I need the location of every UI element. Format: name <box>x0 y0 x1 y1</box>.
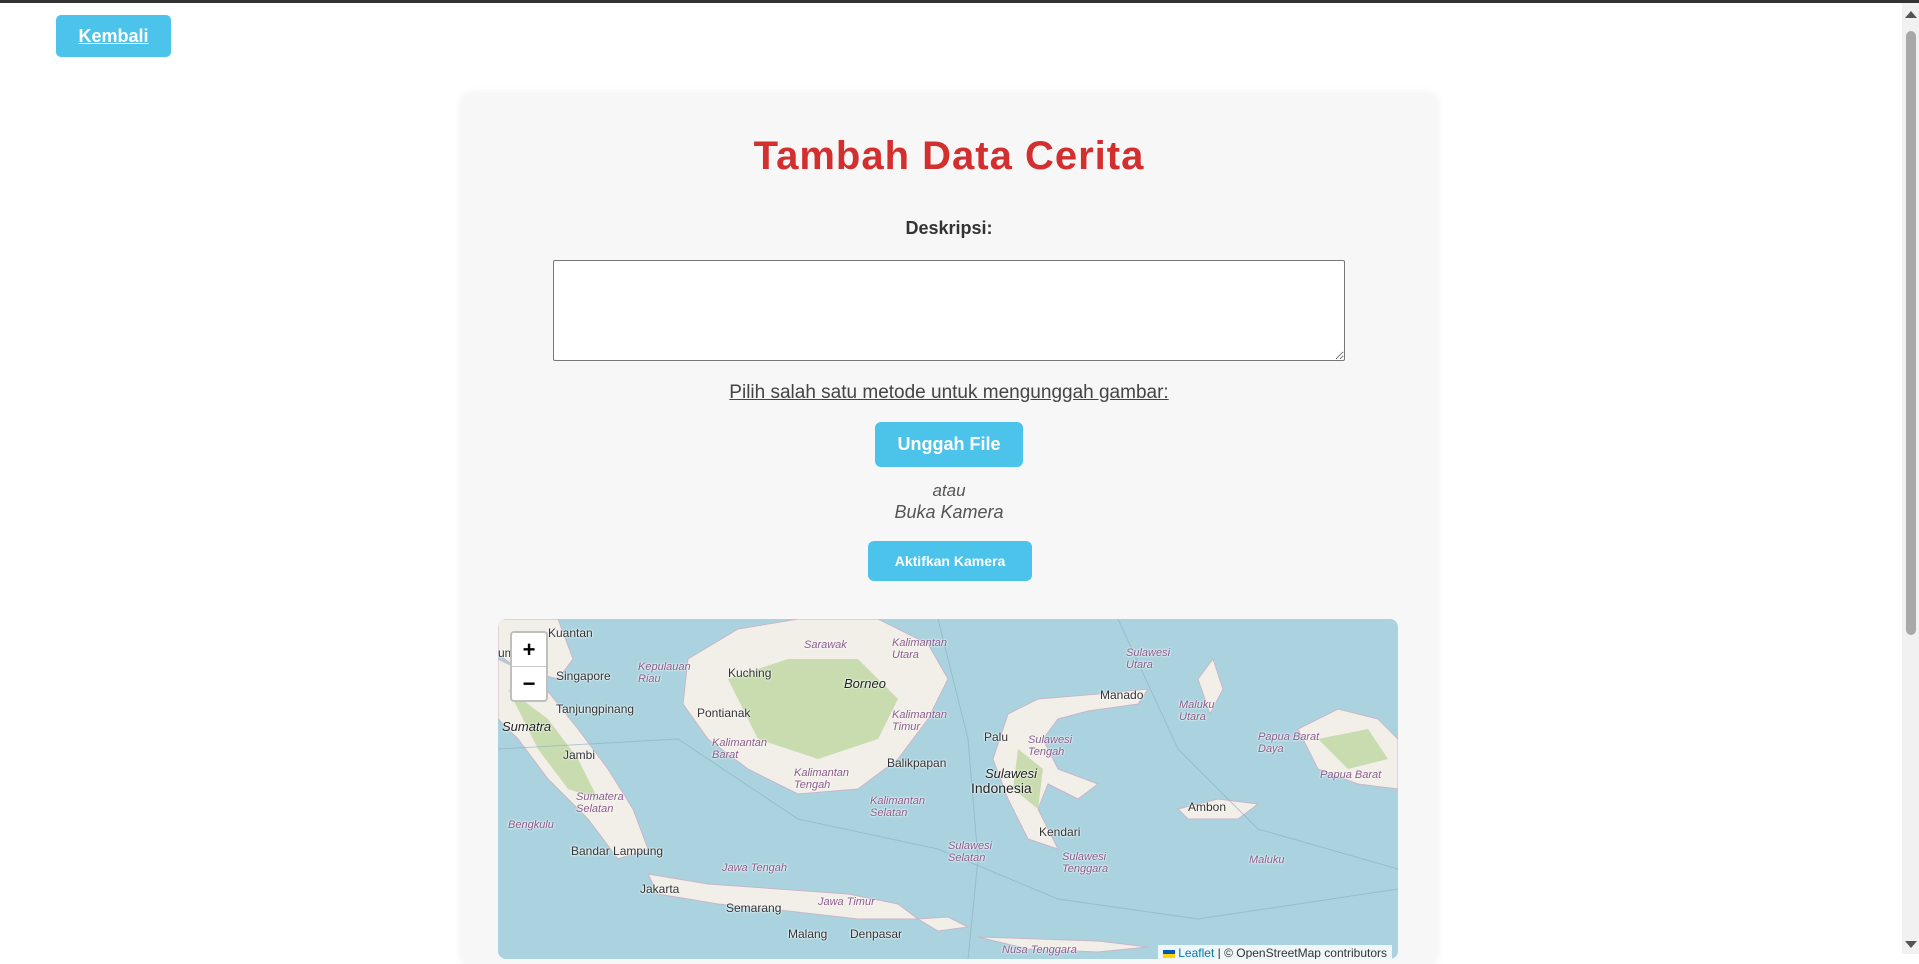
leaflet-link[interactable]: Leaflet <box>1178 946 1214 959</box>
map-label-sulawesi-tenggara: Sulawesi Tenggara <box>1062 851 1109 875</box>
map-label-sulawesi-tengah: Sulawesi Tengah <box>1028 734 1073 758</box>
map-label-kendari: Kendari <box>1039 825 1081 839</box>
page-title: Tambah Data Cerita <box>753 134 1145 178</box>
map-label-sulawesi-utara: Sulawesi Utara <box>1126 647 1171 671</box>
map-label-kalimantan-tengah: Kalimantan Tengah <box>794 767 850 791</box>
map-label-borneo: Borneo <box>844 676 886 691</box>
map-label-tanjungpinang: Tanjungpinang <box>556 702 635 716</box>
attribution-text: | © OpenStreetMap contributors <box>1217 946 1387 959</box>
map-attribution: Leaflet | © OpenStreetMap contributors <box>1157 945 1392 959</box>
description-label: Deskripsi: <box>905 218 993 238</box>
map-label-jambi: Jambi <box>563 748 596 762</box>
map-label-palu: Palu <box>984 730 1009 744</box>
map-label-kuantan: Kuantan <box>548 626 593 640</box>
camera-heading: Buka Kamera <box>894 502 1004 522</box>
map-label-papua-barat-daya: Papua Barat Daya <box>1258 731 1320 755</box>
location-map[interactable]: Kuantan umpur Singapore Kepulauan Riau T… <box>498 619 1398 959</box>
map-label-pontianak: Pontianak <box>697 706 751 720</box>
map-label-sulawesi-selatan: Sulawesi Selatan <box>948 840 993 864</box>
map-label-jakarta: Jakarta <box>640 882 680 896</box>
map-label-maluku-utara: Maluku Utara <box>1179 699 1215 723</box>
zoom-out-button[interactable]: − <box>512 666 546 700</box>
ukraine-flag-icon <box>1162 949 1175 958</box>
map-label-malang: Malang <box>788 927 828 941</box>
map-label-denpasar: Denpasar <box>850 927 903 941</box>
map-label-maluku: Maluku <box>1249 854 1285 866</box>
description-textarea[interactable] <box>553 260 1345 361</box>
map-label-nusa-tenggara: Nusa Tenggara <box>1002 944 1077 956</box>
upload-method-prompt: Pilih salah satu metode untuk mengunggah… <box>729 382 1169 403</box>
map-label-ambon: Ambon <box>1188 800 1227 814</box>
map-label-manado: Manado <box>1100 688 1144 702</box>
map-label-balikpapan: Balikpapan <box>887 756 947 770</box>
map-tiles <box>498 619 1398 959</box>
map-label-kalimantan-selatan: Kalimantan Selatan <box>870 795 926 819</box>
map-label-singapore: Singapore <box>556 669 611 683</box>
map-label-kepulauan-riau: Kepulauan Riau <box>638 661 691 685</box>
map-label-kalimantan-timur: Kalimantan Timur <box>892 709 948 733</box>
scroll-down-icon[interactable] <box>1905 941 1917 948</box>
or-text: atau <box>932 481 966 500</box>
map-label-kuching: Kuching <box>728 666 772 680</box>
map-label-jawa-timur: Jawa Timur <box>818 896 875 908</box>
activate-camera-button[interactable]: Aktifkan Kamera <box>868 541 1032 581</box>
map-label-kalimantan-utara: Kalimantan Utara <box>892 637 948 661</box>
map-label-sulawesi: Sulawesi <box>985 766 1038 781</box>
zoom-in-button[interactable]: + <box>512 633 546 666</box>
scrollbar-thumb[interactable] <box>1906 31 1916 635</box>
map-label-jawa-tengah: Jawa Tengah <box>722 862 788 874</box>
map-label-semarang: Semarang <box>726 901 782 915</box>
upload-file-button[interactable]: Unggah File <box>875 422 1023 467</box>
scroll-up-icon[interactable] <box>1905 11 1917 18</box>
map-label-sumatera-selatan: Sumatera Selatan <box>576 791 624 815</box>
map-label-kalimantan-barat: Kalimantan Barat <box>712 737 768 761</box>
map-label-bengkulu: Bengkulu <box>508 819 554 831</box>
back-button[interactable]: Kembali <box>56 15 171 57</box>
map-label-bandar-lampung: Bandar Lampung <box>571 844 664 858</box>
map-label-indonesia: Indonesia <box>971 780 1032 796</box>
zoom-control: + − <box>510 631 548 702</box>
map-label-sarawak: Sarawak <box>804 639 847 651</box>
map-label-papua-barat: Papua Barat <box>1320 769 1382 781</box>
page-scrollbar[interactable] <box>1902 3 1919 954</box>
map-label-sumatra: Sumatra <box>502 719 552 734</box>
add-story-card: Tambah Data Cerita Deskripsi: Pilih sala… <box>462 94 1436 964</box>
